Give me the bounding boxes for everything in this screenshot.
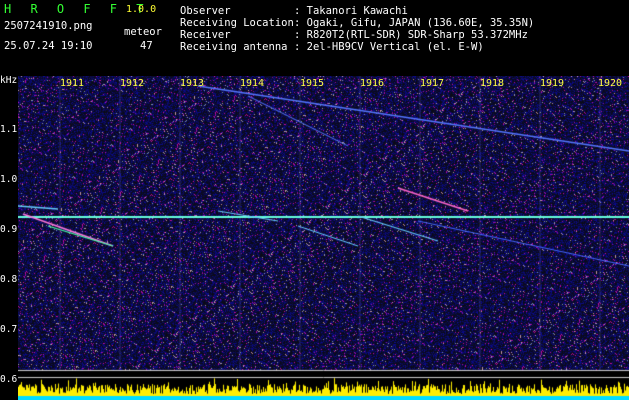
x-tick-label: 1916 [360, 78, 385, 89]
y-axis-unit: kHz [0, 75, 18, 86]
y-tick-label: 1.1 [0, 124, 18, 135]
observer-label: Observer [180, 5, 231, 17]
y-tick-label: 0.6 [0, 374, 18, 385]
file-name: 2507241910.png [4, 20, 93, 32]
y-axis: kHz 1.1 1.0 0.9 0.8 0.7 0.6 [0, 73, 18, 400]
location-label: Receiving Location [180, 17, 294, 29]
header: H R O F F T 1.0.0 2507241910.png meteor … [0, 0, 629, 73]
meteor-label: meteor [124, 26, 162, 38]
x-tick-label: 1914 [240, 78, 265, 89]
x-tick-label: 1917 [420, 78, 445, 89]
spectrogram [18, 76, 629, 400]
x-tick-label: 1919 [540, 78, 565, 89]
y-tick-label: 1.0 [0, 174, 18, 185]
x-tick-label: 1913 [180, 78, 205, 89]
y-tick-label: 0.7 [0, 324, 18, 335]
location-value: : Ogaki, Gifu, JAPAN (136.60E, 35.35N) [294, 17, 535, 29]
x-tick-label: 1918 [480, 78, 505, 89]
antenna-label: Receiving antenna [180, 41, 288, 53]
x-tick-label: 1920 [598, 78, 623, 89]
meteor-count: 47 [140, 40, 153, 52]
x-tick-label: 1912 [120, 78, 145, 89]
receiver-value: : R820T2(RTL-SDR) SDR-Sharp 53.372MHz [294, 29, 528, 41]
app-version: 1.0.0 [126, 4, 157, 15]
y-tick-label: 0.9 [0, 224, 18, 235]
x-tick-label: 1911 [60, 78, 85, 89]
date-time: 25.07.24 19:10 [4, 40, 93, 52]
receiver-label: Receiver [180, 29, 231, 41]
antenna-value: : 2el-HB9CV Vertical (el. E-W) [294, 41, 484, 53]
y-tick-label: 0.8 [0, 274, 18, 285]
x-tick-label: 1915 [300, 78, 325, 89]
observer-value: : Takanori Kawachi [294, 5, 408, 17]
